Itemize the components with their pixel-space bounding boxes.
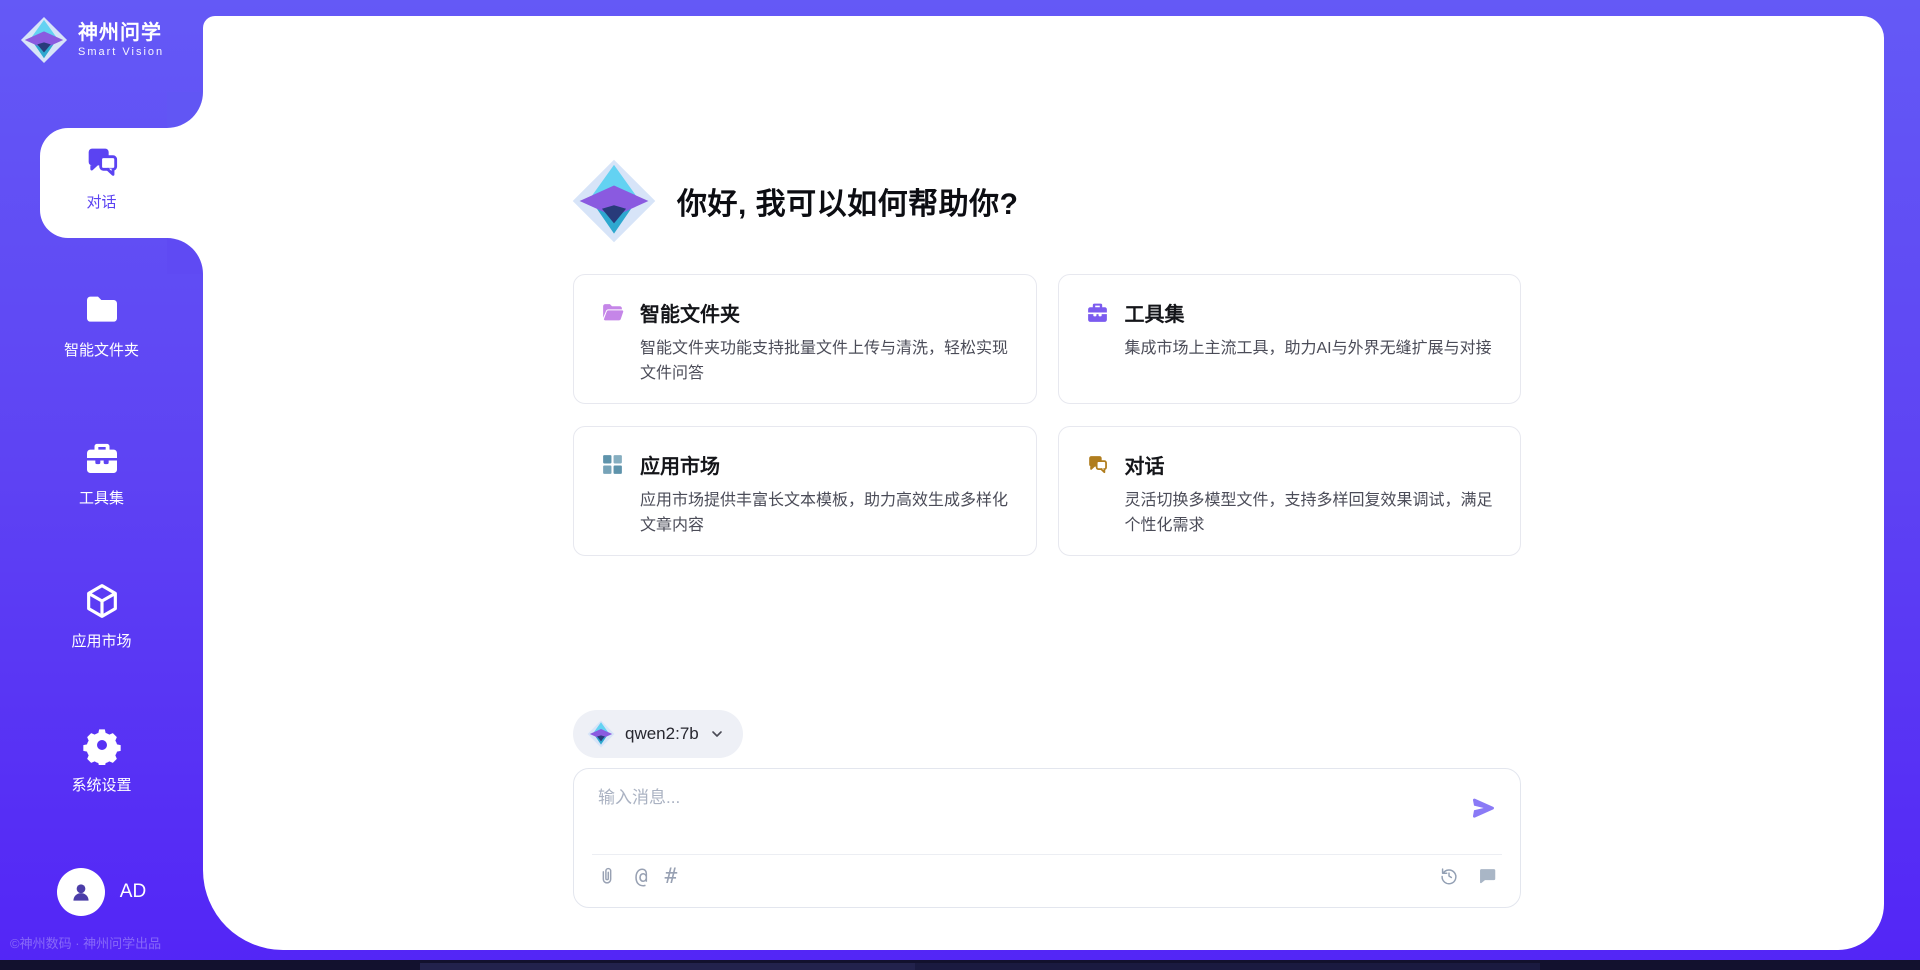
sidebar-item-chat[interactable]: 对话 — [0, 142, 203, 212]
card-description: 灵活切换多模型文件，支持多样回复效果调试，满足个性化需求 — [1125, 489, 1495, 539]
person-icon — [68, 879, 94, 905]
composer-tools-left: @ # — [596, 865, 677, 887]
card-chat[interactable]: 对话 灵活切换多模型文件，支持多样回复效果调试，满足个性化需求 — [1058, 426, 1522, 556]
sidebar-item-label: 系统设置 — [71, 774, 131, 795]
grid-icon — [600, 452, 625, 477]
sidebar-item-smart-folder[interactable]: 智能文件夹 — [0, 290, 203, 360]
history-icon — [1438, 865, 1460, 887]
avatar[interactable] — [57, 868, 105, 916]
topic-button[interactable]: # — [665, 866, 678, 887]
chat-bubbles-icon — [82, 142, 122, 182]
card-app-market[interactable]: 应用市场 应用市场提供丰富长文本模板，助力高效生成多样化文章内容 — [573, 426, 1037, 556]
model-name: qwen2:7b — [625, 724, 699, 744]
card-title: 对话 — [1125, 450, 1165, 479]
composer-divider — [592, 854, 1502, 855]
at-icon: @ — [635, 866, 648, 887]
attach-button[interactable] — [596, 865, 618, 887]
user-initials: AD — [120, 881, 146, 903]
sidebar-item-label: 应用市场 — [71, 630, 131, 651]
user-profile[interactable]: AD — [0, 868, 203, 916]
folder-icon — [82, 290, 122, 330]
mention-button[interactable]: @ — [635, 866, 648, 887]
card-title: 工具集 — [1125, 298, 1185, 327]
briefcase-icon — [1085, 300, 1110, 325]
chat-bubbles-icon — [1085, 452, 1110, 477]
sidebar-item-label: 工具集 — [79, 487, 124, 508]
history-button[interactable] — [1438, 865, 1460, 887]
card-title: 智能文件夹 — [640, 298, 740, 327]
card-title: 应用市场 — [640, 450, 720, 479]
card-description: 智能文件夹功能支持批量文件上传与清洗，轻松实现文件问答 — [640, 337, 1010, 387]
card-description: 应用市场提供丰富长文本模板，助力高效生成多样化文章内容 — [640, 489, 1010, 539]
hash-icon: # — [665, 866, 678, 887]
card-smart-folder[interactable]: 智能文件夹 智能文件夹功能支持批量文件上传与清洗，轻松实现文件问答 — [573, 274, 1037, 404]
toolbox-icon — [82, 438, 122, 478]
model-diamond-icon — [587, 720, 615, 748]
chat-bubble-button[interactable] — [1476, 865, 1498, 887]
send-icon — [1469, 795, 1497, 823]
card-toolset[interactable]: 工具集 集成市场上主流工具，助力AI与外界无缝扩展与对接 — [1058, 274, 1522, 404]
greeting-title: 你好, 我可以如何帮助你? — [677, 179, 1019, 223]
paperclip-icon — [596, 865, 618, 887]
tab-fillet-top — [167, 92, 203, 128]
brand-subtitle: Smart Vision — [78, 46, 164, 58]
send-button[interactable] — [1468, 795, 1498, 825]
sidebar-footer-credit: ©神州数码 · 神州问学出品 — [10, 933, 161, 952]
greeting-diamond-icon — [571, 158, 657, 244]
feature-cards: 智能文件夹 智能文件夹功能支持批量文件上传与清洗，轻松实现文件问答 工具集 集成… — [573, 274, 1521, 556]
bottom-taskbar-strip — [0, 960, 1920, 970]
card-description: 集成市场上主流工具，助力AI与外界无缝扩展与对接 — [1125, 337, 1495, 362]
chevron-down-icon — [709, 726, 725, 742]
sidebar-item-toolset[interactable]: 工具集 — [0, 438, 203, 508]
tab-fillet-bottom — [167, 238, 203, 274]
composer-tools-right — [1438, 865, 1498, 887]
message-input[interactable] — [596, 787, 1420, 809]
brand-diamond-icon — [20, 16, 68, 64]
main-content: 你好, 我可以如何帮助你? 智能文件夹 智能文件夹功能支持批量文件上传与清洗，轻… — [203, 16, 1884, 950]
cube-icon — [82, 581, 122, 621]
brand-name: 神州问学 — [78, 22, 164, 44]
message-composer: @ # — [573, 768, 1521, 908]
brand-logo: 神州问学 Smart Vision — [20, 16, 164, 64]
sidebar-item-label: 智能文件夹 — [64, 339, 139, 360]
model-selector[interactable]: qwen2:7b — [573, 710, 743, 758]
sidebar-item-settings[interactable]: 系统设置 — [0, 725, 203, 795]
chat-bubble-icon — [1476, 865, 1498, 887]
greeting: 你好, 我可以如何帮助你? — [571, 158, 1019, 244]
folder-open-icon — [600, 300, 625, 325]
gear-icon — [82, 725, 122, 765]
sidebar-item-label: 对话 — [86, 191, 116, 212]
sidebar: 神州问学 Smart Vision 对话 智能文件夹 工具集 应用市场 — [0, 0, 203, 970]
sidebar-item-app-market[interactable]: 应用市场 — [0, 581, 203, 651]
